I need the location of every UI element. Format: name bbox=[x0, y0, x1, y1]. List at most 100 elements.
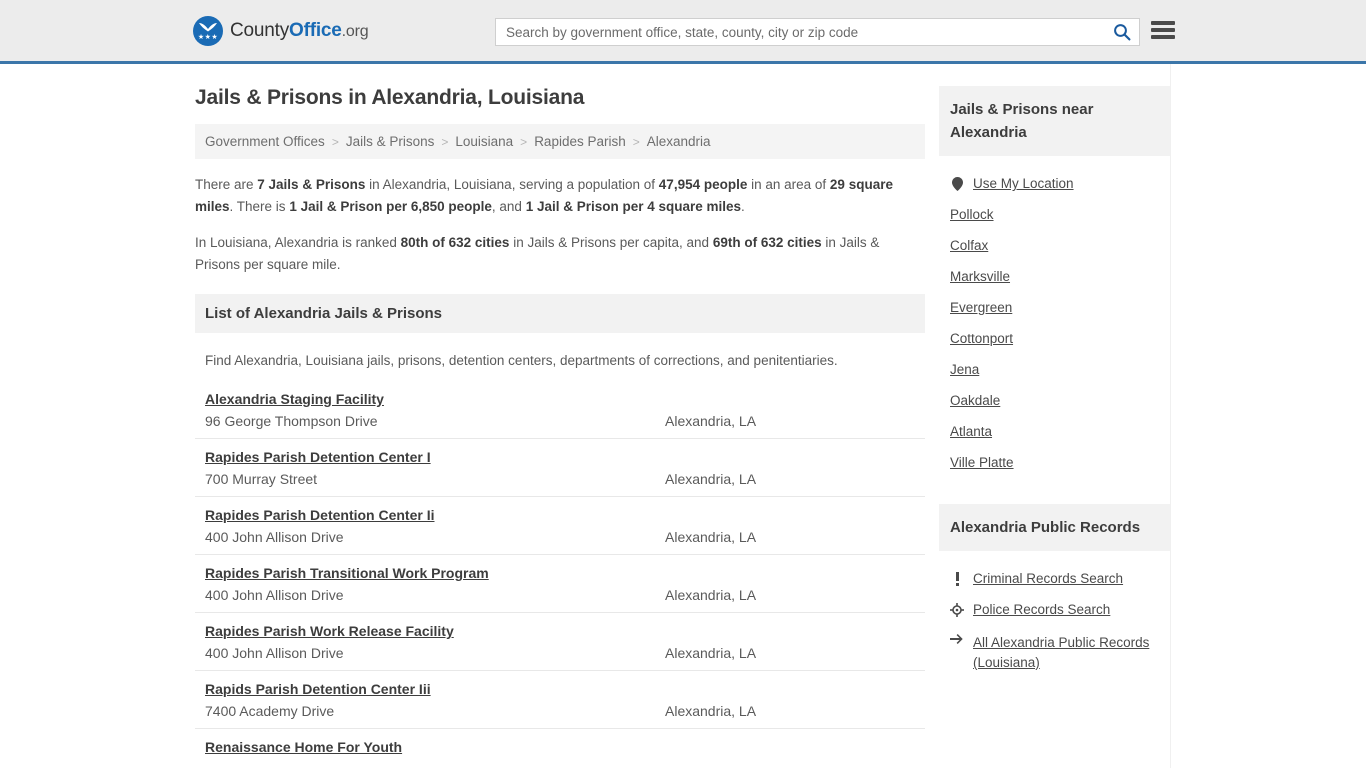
public-records-panel-heading: Alexandria Public Records bbox=[939, 504, 1170, 551]
nearby-panel-heading: Jails & Prisons near Alexandria bbox=[939, 86, 1170, 156]
facility-city: Alexandria, LA bbox=[665, 413, 757, 429]
use-my-location-row[interactable]: Use My Location bbox=[950, 168, 1170, 199]
facility-name-link[interactable]: Rapids Parish Detention Center Iii bbox=[205, 681, 925, 697]
arrow-right-icon bbox=[950, 633, 964, 645]
page-body: Jails & Prisons in Alexandria, Louisiana… bbox=[0, 64, 1366, 768]
nearby-city-link[interactable]: Ville Platte bbox=[950, 455, 1014, 470]
jails-prisons-list: Alexandria Staging Facility 96 George Th… bbox=[195, 381, 925, 768]
facility-city: Alexandria, LA bbox=[665, 587, 757, 603]
police-records-row[interactable]: Police Records Search bbox=[950, 594, 1170, 625]
stats-paragraph-1: There are 7 Jails & Prisons in Alexandri… bbox=[195, 174, 925, 218]
nearby-city-link[interactable]: Colfax bbox=[950, 238, 988, 253]
police-records-search-link[interactable]: Police Records Search bbox=[973, 602, 1110, 617]
hamburger-bar-2 bbox=[1151, 28, 1175, 32]
table-row[interactable]: Rapides Parish Detention Center I 700 Mu… bbox=[195, 438, 925, 496]
stats-paragraph-2: In Louisiana, Alexandria is ranked 80th … bbox=[195, 232, 925, 276]
main-content: Jails & Prisons in Alexandria, Louisiana… bbox=[195, 86, 925, 768]
all-public-records-link[interactable]: All Alexandria Public Records (Louisiana… bbox=[973, 633, 1170, 673]
criminal-records-row[interactable]: Criminal Records Search bbox=[950, 563, 1170, 594]
exclamation-icon bbox=[950, 571, 964, 586]
site-logo-text: CountyOffice.org bbox=[230, 19, 369, 42]
nearby-city-cottonport[interactable]: Cottonport bbox=[950, 323, 1170, 354]
nearby-city-atlanta[interactable]: Atlanta bbox=[950, 416, 1170, 447]
nearby-city-jena[interactable]: Jena bbox=[950, 354, 1170, 385]
stats-text: In Louisiana, Alexandria is ranked bbox=[195, 235, 401, 250]
nearby-city-link[interactable]: Cottonport bbox=[950, 331, 1013, 346]
nearby-city-link[interactable]: Evergreen bbox=[950, 300, 1012, 315]
breadcrumb-item-alexandria[interactable]: Alexandria bbox=[647, 134, 711, 149]
stats-count: 7 Jails & Prisons bbox=[257, 177, 366, 192]
sidebar: Jails & Prisons near Alexandria Use My L… bbox=[939, 86, 1170, 768]
search-submit-button[interactable] bbox=[1105, 19, 1139, 45]
nearby-city-ville-platte[interactable]: Ville Platte bbox=[950, 447, 1170, 478]
brand-tld: .org bbox=[341, 22, 369, 40]
breadcrumb: Government Offices > Jails & Prisons > L… bbox=[195, 124, 925, 159]
public-records-list: Criminal Records Search Police Records S… bbox=[939, 551, 1170, 687]
breadcrumb-item-government-offices[interactable]: Government Offices bbox=[205, 134, 325, 149]
nearby-city-colfax[interactable]: Colfax bbox=[950, 230, 1170, 261]
nearby-city-marksville[interactable]: Marksville bbox=[950, 261, 1170, 292]
table-row[interactable]: Rapides Parish Detention Center Ii 400 J… bbox=[195, 496, 925, 554]
search-icon bbox=[1114, 24, 1131, 41]
brand-county: County bbox=[230, 19, 290, 41]
list-section-heading: List of Alexandria Jails & Prisons bbox=[195, 294, 925, 333]
breadcrumb-separator-icon: > bbox=[520, 134, 528, 149]
stats-population: 47,954 people bbox=[658, 177, 748, 192]
facility-name-link[interactable]: Rapides Parish Detention Center Ii bbox=[205, 507, 925, 523]
nearby-city-pollock[interactable]: Pollock bbox=[950, 199, 1170, 230]
facility-address: 7400 Academy Drive bbox=[205, 703, 335, 719]
facility-address: 96 George Thompson Drive bbox=[205, 413, 378, 429]
breadcrumb-separator-icon: > bbox=[632, 134, 640, 149]
all-public-records-row[interactable]: All Alexandria Public Records (Louisiana… bbox=[950, 625, 1170, 681]
table-row[interactable]: Rapids Parish Detention Center Iii 7400 … bbox=[195, 670, 925, 728]
search-input[interactable] bbox=[496, 19, 1105, 45]
facility-city: Alexandria, LA bbox=[665, 703, 757, 719]
facility-name-link[interactable]: Alexandria Staging Facility bbox=[205, 391, 925, 407]
nearby-city-link[interactable]: Marksville bbox=[950, 269, 1010, 284]
table-row[interactable]: Alexandria Staging Facility 96 George Th… bbox=[195, 381, 925, 438]
use-my-location-link[interactable]: Use My Location bbox=[973, 176, 1074, 191]
facility-name-link[interactable]: Rapides Parish Detention Center I bbox=[205, 449, 925, 465]
hamburger-menu-icon[interactable] bbox=[1151, 19, 1175, 41]
breadcrumb-item-jails-prisons[interactable]: Jails & Prisons bbox=[346, 134, 435, 149]
facility-name-link[interactable]: Rapides Parish Transitional Work Program bbox=[205, 565, 925, 581]
nearby-city-link[interactable]: Pollock bbox=[950, 207, 994, 222]
nearby-city-evergreen[interactable]: Evergreen bbox=[950, 292, 1170, 323]
facility-name-link[interactable]: Renaissance Home For Youth bbox=[205, 739, 925, 755]
breadcrumb-item-louisiana[interactable]: Louisiana bbox=[455, 134, 513, 149]
stats-text: . bbox=[741, 199, 745, 214]
facility-name-link[interactable]: Rapides Parish Work Release Facility bbox=[205, 623, 925, 639]
table-row[interactable]: Rapides Parish Work Release Facility 400… bbox=[195, 612, 925, 670]
nearby-city-link[interactable]: Oakdale bbox=[950, 393, 1000, 408]
stats-rank-area: 69th of 632 cities bbox=[712, 235, 822, 250]
facility-address: 400 John Allison Drive bbox=[205, 645, 344, 661]
breadcrumb-item-rapides-parish[interactable]: Rapides Parish bbox=[534, 134, 626, 149]
facility-address: 400 John Allison Drive bbox=[205, 529, 344, 545]
site-header: ★★★ CountyOffice.org bbox=[0, 0, 1366, 64]
nearby-city-link[interactable]: Jena bbox=[950, 362, 979, 377]
stats-text: in Alexandria, Louisiana, serving a popu… bbox=[365, 177, 659, 192]
nearby-city-oakdale[interactable]: Oakdale bbox=[950, 385, 1170, 416]
nearby-city-link[interactable]: Atlanta bbox=[950, 424, 992, 439]
stats-per-people: 1 Jail & Prison per 6,850 people bbox=[289, 199, 492, 214]
three-stars-icon: ★★★ bbox=[197, 33, 219, 41]
hamburger-bar-1 bbox=[1151, 21, 1175, 25]
panel-spacer bbox=[939, 484, 1170, 504]
search-bar[interactable] bbox=[495, 18, 1140, 46]
stats-text: in an area of bbox=[747, 177, 830, 192]
site-logo[interactable]: ★★★ CountyOffice.org bbox=[193, 15, 369, 46]
countyoffice-eagle-logo-icon: ★★★ bbox=[193, 15, 223, 46]
facility-city: Alexandria, LA bbox=[665, 645, 757, 661]
facility-address: 400 John Allison Drive bbox=[205, 587, 344, 603]
table-row[interactable]: Rapides Parish Transitional Work Program… bbox=[195, 554, 925, 612]
breadcrumb-separator-icon: > bbox=[331, 134, 339, 149]
table-row[interactable]: Renaissance Home For Youth bbox=[195, 728, 925, 768]
right-divider bbox=[1170, 64, 1171, 768]
breadcrumb-separator-icon: > bbox=[441, 134, 449, 149]
map-pin-icon bbox=[950, 176, 964, 191]
list-section-description: Find Alexandria, Louisiana jails, prison… bbox=[205, 353, 838, 368]
stats-text: . There is bbox=[229, 199, 290, 214]
facility-city: Alexandria, LA bbox=[665, 471, 757, 487]
criminal-records-search-link[interactable]: Criminal Records Search bbox=[973, 571, 1123, 586]
stats-text: , and bbox=[491, 199, 526, 214]
